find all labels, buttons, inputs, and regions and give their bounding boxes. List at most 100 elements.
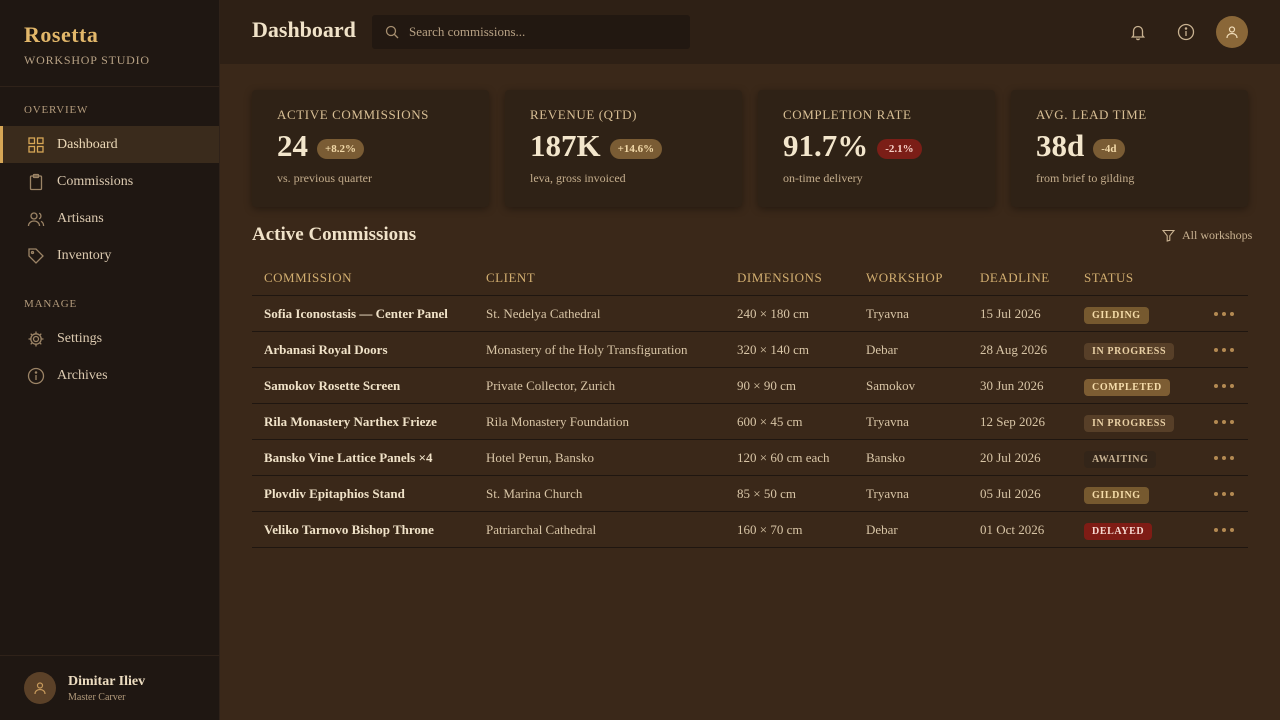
- cell-client: Hotel Perun, Bansko: [486, 449, 594, 465]
- dot: [1230, 347, 1234, 352]
- cell-client: Monastery of the Holy Transfiguration: [486, 341, 688, 357]
- stat-value: 24: [277, 128, 308, 163]
- sidebar-item-inventory[interactable]: Inventory: [0, 237, 219, 274]
- workshop-filter-button[interactable]: All workshops: [1162, 228, 1252, 243]
- status-badge: COMPLETED: [1084, 378, 1170, 396]
- page-title: Dashboard: [252, 17, 356, 42]
- notifications-button[interactable]: [1126, 20, 1150, 44]
- user-profile[interactable]: Dimitar Iliev Master Carver: [0, 655, 219, 720]
- sidebar-item-archives[interactable]: Archives: [0, 357, 219, 394]
- stat-value: 38d: [1036, 128, 1085, 163]
- stat-note: from brief to gilding: [1036, 171, 1135, 185]
- stat-note: on-time delivery: [783, 171, 863, 185]
- stat-delta-badge: +8.2%: [317, 139, 365, 159]
- nav-section-overview: OVERVIEW: [24, 104, 89, 116]
- cell-dimensions: 90 × 90 cm: [737, 377, 796, 393]
- cell-client: St. Marina Church: [486, 485, 583, 501]
- column-header-status[interactable]: STATUS: [1084, 270, 1134, 286]
- info-icon: [1177, 23, 1195, 41]
- sidebar-item-label: Inventory: [57, 247, 112, 263]
- table-row[interactable]: Arbanasi Royal Doors Monastery of the Hol…: [252, 332, 1248, 368]
- tag-icon: [27, 247, 45, 265]
- cell-commission[interactable]: Plovdiv Epitaphios Stand: [264, 486, 405, 502]
- sidebar-item-label: Commissions: [57, 173, 134, 189]
- dot: [1230, 527, 1234, 532]
- sidebar-item-label: Settings: [57, 330, 103, 346]
- sidebar-item-commissions[interactable]: Commissions: [0, 163, 219, 200]
- table-header: COMMISSION CLIENT DIMENSIONS WORKSHOP DE…: [252, 260, 1248, 296]
- dot: [1222, 419, 1226, 424]
- sidebar: Rosetta WORKSHOP STUDIO OVERVIEW Dashboa…: [0, 0, 220, 720]
- account-avatar[interactable]: [1216, 16, 1248, 48]
- sidebar-item-label: Dashboard: [57, 136, 118, 152]
- search-box[interactable]: [372, 15, 690, 49]
- cell-workshop: Debar: [866, 341, 898, 357]
- user-icon: [1226, 26, 1238, 39]
- search-input[interactable]: [409, 24, 679, 40]
- cell-dimensions: 240 × 180 cm: [737, 305, 809, 321]
- dot: [1214, 347, 1218, 352]
- column-header-workshop[interactable]: WORKSHOP: [866, 270, 943, 286]
- dot: [1230, 419, 1234, 424]
- search-icon: [385, 25, 399, 39]
- status-badge: AWAITING: [1084, 450, 1157, 468]
- dot: [1222, 311, 1226, 316]
- dot: [1222, 455, 1226, 460]
- avatar: [24, 672, 56, 704]
- table-row[interactable]: Sofia Iconostasis — Center Panel St. Nede…: [252, 296, 1248, 332]
- grid-icon: [27, 136, 45, 154]
- cell-workshop: Bansko: [866, 449, 905, 465]
- row-actions-icon[interactable]: [1212, 524, 1236, 536]
- column-header-deadline[interactable]: DEADLINE: [980, 270, 1050, 286]
- column-header-dimensions[interactable]: DIMENSIONS: [737, 270, 822, 286]
- user-icon: [34, 682, 46, 695]
- table-row[interactable]: Bansko Vine Lattice Panels ×4 Hotel Perun…: [252, 440, 1248, 476]
- cell-workshop: Samokov: [866, 377, 916, 393]
- sidebar-item-settings[interactable]: Settings: [0, 320, 219, 357]
- nav-overview: Dashboard Commissions Artisans Inventory: [0, 126, 219, 274]
- stat-delta-badge: -4d: [1093, 139, 1125, 159]
- cell-deadline: 12 Sep 2026: [980, 413, 1045, 429]
- cell-commission[interactable]: Bansko Vine Lattice Panels ×4: [264, 450, 432, 466]
- status-badge: IN PROGRESS: [1084, 342, 1175, 360]
- dot: [1214, 455, 1218, 460]
- stats-cards: ACTIVE COMMISSIONS 24 +8.2% vs. previous…: [252, 90, 1248, 207]
- filter-icon: [1162, 229, 1175, 242]
- column-header-commission[interactable]: COMMISSION: [264, 270, 352, 286]
- table-row[interactable]: Rila Monastery Narthex Frieze Rila Monast…: [252, 404, 1248, 440]
- sidebar-item-label: Artisans: [57, 210, 104, 226]
- dot: [1222, 491, 1226, 496]
- user-role: Master Carver: [68, 691, 126, 703]
- row-actions-icon[interactable]: [1212, 488, 1236, 500]
- cell-client: Private Collector, Zurich: [486, 377, 616, 393]
- cell-dimensions: 85 × 50 cm: [737, 485, 796, 501]
- cell-commission[interactable]: Veliko Tarnovo Bishop Throne: [264, 522, 434, 538]
- cell-status: IN PROGRESS: [1084, 413, 1175, 432]
- cell-commission[interactable]: Arbanasi Royal Doors: [264, 342, 388, 358]
- row-actions-icon[interactable]: [1212, 452, 1236, 464]
- cell-status: IN PROGRESS: [1084, 341, 1175, 360]
- table-row[interactable]: Samokov Rosette Screen Private Collector,…: [252, 368, 1248, 404]
- dot: [1222, 383, 1226, 388]
- table-row[interactable]: Veliko Tarnovo Bishop Throne Patriarchal …: [252, 512, 1248, 548]
- cell-deadline: 30 Jun 2026: [980, 377, 1044, 393]
- row-actions-icon[interactable]: [1212, 308, 1236, 320]
- help-button[interactable]: [1174, 20, 1198, 44]
- table-row[interactable]: Plovdiv Epitaphios Stand St. Marina Churc…: [252, 476, 1248, 512]
- cell-commission[interactable]: Sofia Iconostasis — Center Panel: [264, 306, 448, 322]
- cell-deadline: 20 Jul 2026: [980, 449, 1041, 465]
- cell-deadline: 15 Jul 2026: [980, 305, 1041, 321]
- nav-manage: Settings Archives: [0, 320, 219, 394]
- sidebar-item-artisans[interactable]: Artisans: [0, 200, 219, 237]
- cell-commission[interactable]: Rila Monastery Narthex Frieze: [264, 414, 437, 430]
- sidebar-item-dashboard[interactable]: Dashboard: [0, 126, 219, 163]
- cell-dimensions: 120 × 60 cm each: [737, 449, 830, 465]
- row-actions-icon[interactable]: [1212, 416, 1236, 428]
- row-actions-icon[interactable]: [1212, 344, 1236, 356]
- row-actions-icon[interactable]: [1212, 380, 1236, 392]
- column-header-client[interactable]: CLIENT: [486, 270, 535, 286]
- status-badge: DELAYED: [1084, 522, 1153, 540]
- cell-commission[interactable]: Samokov Rosette Screen: [264, 378, 400, 394]
- dot: [1222, 527, 1226, 532]
- stat-label: COMPLETION RATE: [783, 107, 912, 122]
